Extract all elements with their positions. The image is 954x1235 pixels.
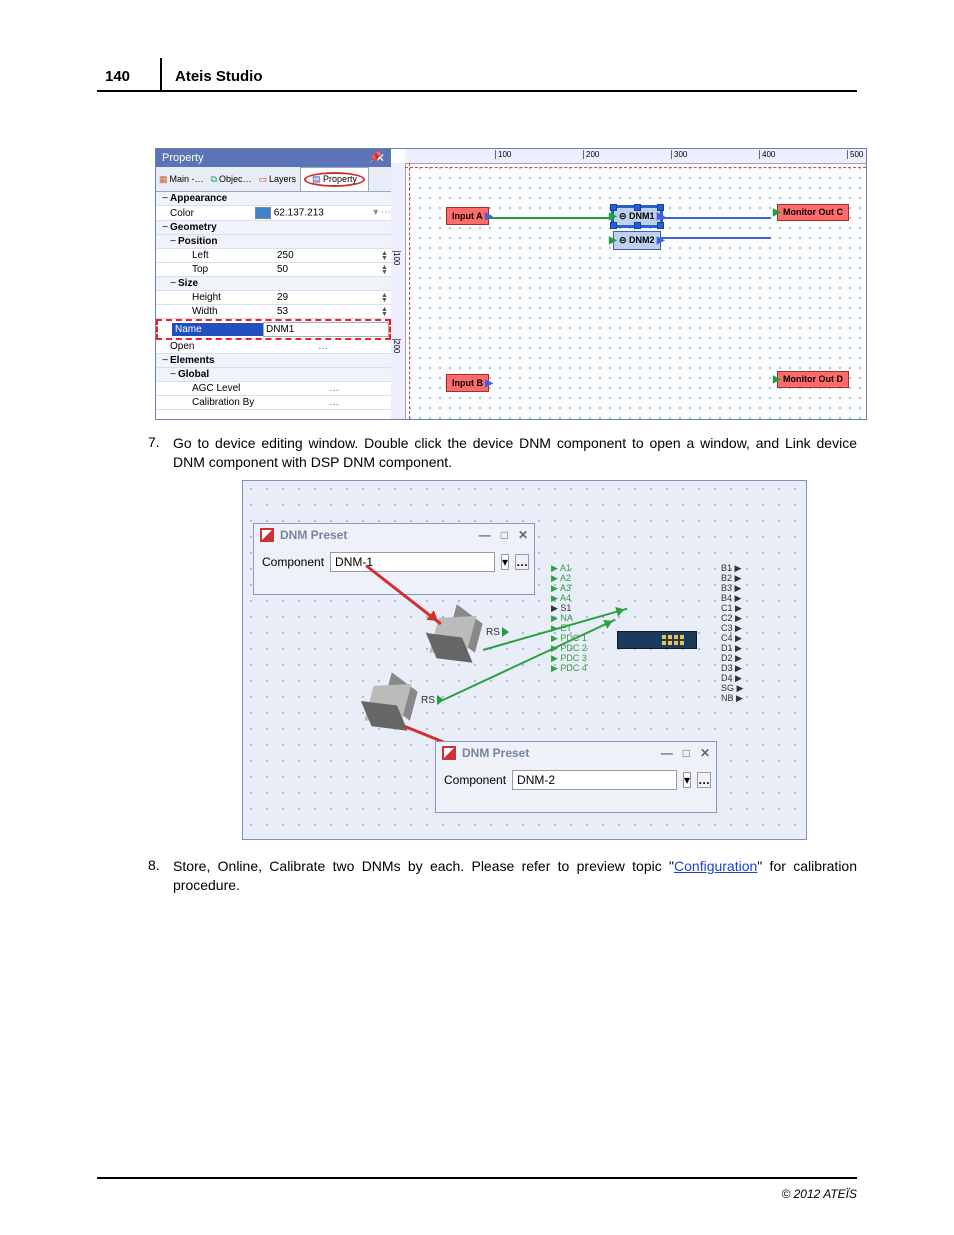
footer-rule [97, 1177, 857, 1179]
left-label: Left [170, 250, 277, 261]
app-icon [260, 528, 274, 542]
rs-label: RS [486, 627, 509, 638]
rs-label: RS [421, 695, 444, 706]
tab-layers[interactable]: ▭Layers [255, 167, 299, 191]
spinner-icon[interactable]: ▲▼ [381, 265, 391, 275]
device-block[interactable] [617, 631, 697, 649]
spinner-icon[interactable]: ▲▼ [381, 251, 391, 261]
wire[interactable] [661, 237, 771, 239]
dnm-preset-dialog-2[interactable]: DNM Preset — □ ✕ Component ▾ … [435, 741, 717, 813]
width-label: Width [170, 306, 277, 317]
spinner-icon[interactable]: ▲▼ [381, 307, 391, 317]
height-label: Height [170, 292, 277, 303]
maximize-icon[interactable]: □ [683, 746, 690, 760]
name-label: Name [172, 323, 263, 336]
global-header[interactable]: Global [178, 369, 263, 380]
configuration-link[interactable]: Configuration [674, 858, 757, 874]
step-number: 8. [148, 857, 160, 873]
property-panel: Property 📌 ✕ ▦Main -… ⧉Objec… ▭Layers ▤ … [156, 149, 391, 419]
size-header[interactable]: Size [178, 278, 263, 289]
tab-main[interactable]: ▦Main -… [156, 167, 207, 191]
open-value[interactable]: … [255, 341, 391, 352]
agc-label: AGC Level [170, 383, 277, 394]
dialog-title: DNM Preset [280, 528, 347, 542]
component-label: Component [262, 555, 324, 569]
app-icon [442, 746, 456, 760]
color-label: Color [170, 208, 255, 219]
port-column-left: ▶ A1 ▶ A2 ▶ A3 ▶ A4 ▶ S1 ▶ NA ▶ ET ▶ PDC… [551, 563, 587, 673]
color-value[interactable]: 62.137.213 [274, 208, 324, 219]
property-tabs: ▦Main -… ⧉Objec… ▭Layers ▤ Property [156, 167, 391, 192]
property-screenshot: Property 📌 ✕ ▦Main -… ⧉Objec… ▭Layers ▤ … [155, 148, 867, 420]
device-cube-2[interactable] [363, 679, 417, 733]
wire[interactable] [489, 217, 611, 219]
left-value[interactable]: 250 [277, 250, 381, 261]
position-header[interactable]: Position [178, 236, 263, 247]
port-column-right: B1 ▶B2 ▶ B3 ▶B4 ▶ C1 ▶C2 ▶ C3 ▶C4 ▶ D1 ▶… [721, 563, 743, 703]
step-7: 7. Go to device editing window. Double c… [148, 434, 857, 472]
property-title-text: Property [162, 152, 204, 164]
guide-horizontal [405, 167, 866, 169]
cal-label: Calibration By [170, 397, 277, 408]
node-dnm2[interactable]: ▶⊝ DNM2▶ [613, 231, 661, 250]
step-text: Go to device editing window. Double clic… [173, 434, 857, 472]
page-number: 140 [105, 68, 130, 85]
wire[interactable] [661, 217, 771, 219]
dropdown-icon[interactable]: ▾ [501, 554, 509, 570]
spinner-icon[interactable]: ▲▼ [381, 293, 391, 303]
minimize-icon[interactable]: — [479, 528, 491, 542]
pin-icon[interactable]: 📌 [369, 151, 383, 164]
dropdown-icon[interactable]: ▾ [683, 772, 691, 788]
close-icon[interactable]: ✕ [700, 746, 710, 760]
agc-value[interactable]: … [277, 383, 391, 394]
dnm-preset-screenshot: DNM Preset — □ ✕ Component ▾ … RS RS ▶ A1 … [242, 480, 807, 840]
design-canvas[interactable]: 100 200 300 400 500 100 200 Input A▶ Inp… [391, 149, 866, 419]
tab-property[interactable]: ▤ Property [300, 167, 369, 191]
width-value[interactable]: 53 [277, 306, 381, 317]
geometry-header[interactable]: Geometry [170, 222, 255, 233]
copyright: © 2012 ATEÏS [781, 1187, 857, 1201]
appearance-header[interactable]: Appearance [170, 193, 255, 204]
more-button[interactable]: … [697, 772, 711, 788]
component-label: Component [444, 773, 506, 787]
guide-vertical [409, 163, 411, 419]
elements-header[interactable]: Elements [170, 355, 255, 366]
header-rule [97, 90, 857, 92]
property-grid: −Appearance Color 62.137.213 ▾ ⋯ −Geomet… [156, 192, 391, 410]
ruler-vertical: 100 200 [391, 163, 406, 419]
component-input[interactable] [512, 770, 677, 790]
doc-title: Ateis Studio [175, 68, 263, 85]
open-label: Open [170, 341, 255, 352]
dnm-preset-dialog-1[interactable]: DNM Preset — □ ✕ Component ▾ … [253, 523, 535, 595]
node-input-a[interactable]: Input A▶ [446, 207, 489, 225]
name-input[interactable] [263, 322, 389, 337]
triangle-icon [502, 627, 509, 637]
node-monitor-d[interactable]: ▶Monitor Out D [777, 371, 849, 388]
step-8: 8. Store, Online, Calibrate two DNMs by … [148, 857, 857, 895]
maximize-icon[interactable]: □ [501, 528, 508, 542]
close-icon[interactable]: ✕ [518, 528, 528, 542]
node-dnm1[interactable]: ▶⊝ DNM1▶ [613, 207, 661, 226]
step-number: 7. [148, 434, 160, 450]
ruler-horizontal: 100 200 300 400 500 [405, 149, 866, 164]
step-text: Store, Online, Calibrate two DNMs by eac… [173, 857, 857, 895]
component-input[interactable] [330, 552, 495, 572]
more-button[interactable]: … [515, 554, 529, 570]
header-divider [160, 58, 162, 92]
minimize-icon[interactable]: — [661, 746, 673, 760]
node-input-b[interactable]: Input B▶ [446, 374, 489, 392]
top-label: Top [170, 264, 277, 275]
top-value[interactable]: 50 [277, 264, 381, 275]
color-swatch[interactable] [255, 207, 271, 219]
tab-objects[interactable]: ⧉Objec… [208, 167, 255, 191]
dialog-title: DNM Preset [462, 746, 529, 760]
property-titlebar: Property 📌 ✕ [156, 149, 391, 167]
node-monitor-c[interactable]: ▶Monitor Out C [777, 204, 849, 221]
cal-value[interactable]: … [277, 397, 391, 408]
height-value[interactable]: 29 [277, 292, 381, 303]
